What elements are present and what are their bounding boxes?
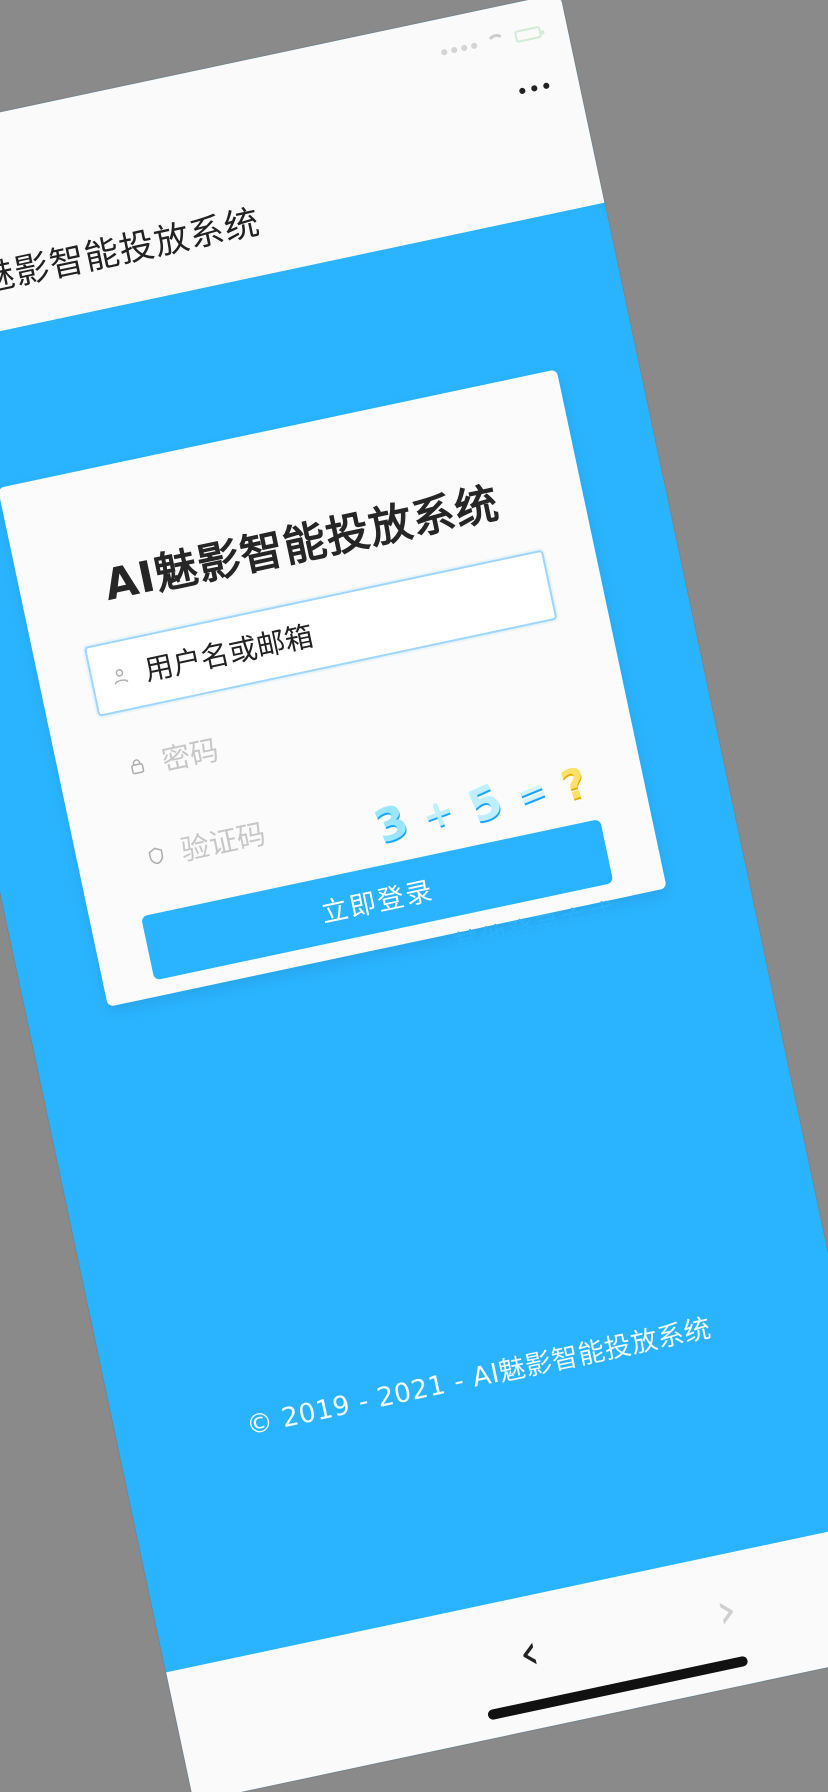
device-screen: AI魅影智能投放系统 AI魅影智能投放系统 用户名或邮箱 验证码 3 + 5 =… (0, 0, 828, 1792)
more-dot (518, 87, 526, 95)
captcha-char: = (510, 769, 553, 819)
user-icon (114, 669, 129, 685)
wifi-icon (486, 32, 507, 50)
back-chevron-icon: ‹ (513, 1622, 545, 1683)
tilted-screen: AI魅影智能投放系统 AI魅影智能投放系统 用户名或邮箱 验证码 3 + 5 =… (0, 0, 828, 1792)
screen-background: AI魅影智能投放系统 AI魅影智能投放系统 用户名或邮箱 验证码 3 + 5 =… (0, 0, 828, 1792)
signal-dot (450, 46, 458, 54)
status-icons (440, 25, 543, 60)
captcha-char: + (417, 788, 461, 839)
lock-icon (131, 759, 145, 775)
shield-icon (148, 847, 164, 865)
forward-chevron-icon: › (710, 1580, 742, 1641)
phone-screenshot: AI魅影智能投放系统 AI魅影智能投放系统 用户名或邮箱 验证码 3 + 5 =… (0, 0, 828, 1792)
back-button[interactable]: ‹ (493, 1616, 566, 1689)
signal-dot (460, 44, 468, 52)
signal-dot (470, 42, 478, 50)
more-dot (542, 82, 550, 90)
captcha-char: 5 (460, 773, 511, 834)
captcha-char: ? (555, 758, 593, 811)
forward-button[interactable]: › (690, 1574, 763, 1647)
signal-dots-icon (440, 42, 478, 56)
signal-dot (440, 48, 448, 56)
battery-icon (513, 25, 543, 44)
captcha-input[interactable] (175, 792, 377, 869)
more-dot (530, 84, 538, 92)
more-menu-button[interactable] (508, 64, 560, 113)
